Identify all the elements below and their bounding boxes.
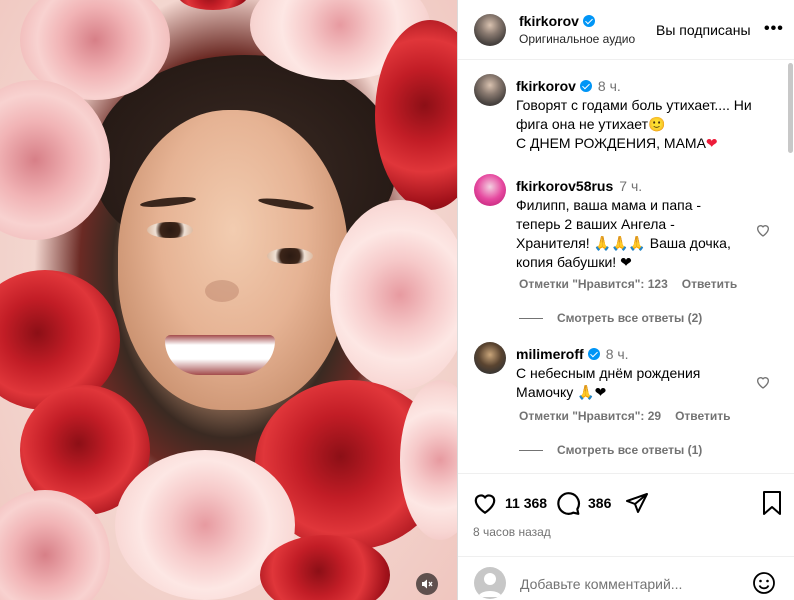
scrollbar[interactable] xyxy=(788,63,793,153)
mute-button[interactable] xyxy=(416,573,438,595)
post-media[interactable] xyxy=(0,0,457,600)
caption-line: Говорят с годами боль утихает.... Ни xyxy=(516,97,752,113)
more-options-icon[interactable]: ••• xyxy=(764,20,784,38)
avatar[interactable] xyxy=(474,14,506,46)
share-icon[interactable] xyxy=(625,491,649,515)
mouth xyxy=(165,335,275,375)
like-comment-icon[interactable] xyxy=(755,374,771,390)
comment-line: копия бабушки! ❤ xyxy=(516,254,632,270)
audio-link[interactable]: Оригинальное аудио xyxy=(519,32,635,46)
user-placeholder-icon xyxy=(478,573,502,597)
likes-count[interactable]: 11 368 xyxy=(505,495,547,511)
add-comment-bar: Добавьте комментарий... xyxy=(458,556,794,600)
heart-emoji: ❤ xyxy=(705,135,718,151)
action-bar: 11 368 386 8 часов назад xyxy=(458,473,794,556)
following-button[interactable]: Вы подписаны xyxy=(656,22,751,38)
comment-line: С небесным днём рождения xyxy=(516,365,701,381)
comment-likes[interactable]: Отметки "Нравится": 29 xyxy=(519,409,661,423)
comment-likes[interactable]: Отметки "Нравится": 123 xyxy=(519,277,668,291)
comment-username[interactable]: fkirkorov58rus xyxy=(516,178,613,194)
nose xyxy=(205,280,239,302)
flower xyxy=(178,0,248,10)
caption-line: фига она не утихает🙂 xyxy=(516,116,666,132)
like-comment-icon[interactable] xyxy=(755,222,771,238)
verified-icon xyxy=(582,15,595,27)
comment-time: 7 ч. xyxy=(619,178,643,194)
flower xyxy=(330,200,457,390)
avatar[interactable] xyxy=(474,342,506,374)
avatar[interactable] xyxy=(474,174,506,206)
comment-line: Мамочку 🙏❤ xyxy=(516,384,607,400)
comment-line: Хранителя! 🙏🙏🙏 Ваша дочка, xyxy=(516,235,731,251)
comment-username[interactable]: milimeroff xyxy=(516,346,584,362)
post-panel: fkirkorov Оригинальное аудио Вы подписан… xyxy=(457,0,794,600)
flower xyxy=(0,80,110,240)
like-icon[interactable] xyxy=(472,490,498,516)
left-eye xyxy=(147,222,193,238)
reply-button[interactable]: Ответить xyxy=(675,409,730,423)
caption-username[interactable]: fkirkorov xyxy=(516,78,576,94)
header-username[interactable]: fkirkorov xyxy=(519,13,595,31)
comments-list[interactable]: fkirkorov 8 ч. Говорят с годами боль утих… xyxy=(458,61,794,473)
view-replies-button[interactable]: Смотреть все ответы (2) xyxy=(519,311,702,325)
verified-icon xyxy=(587,348,600,360)
caption-time: 8 ч. xyxy=(597,78,621,94)
comments-count[interactable]: 386 xyxy=(588,495,611,511)
verified-icon xyxy=(579,80,592,92)
post-time[interactable]: 8 часов назад xyxy=(473,525,551,539)
comment-line: теперь 2 ваших Ангела - xyxy=(516,216,675,232)
comment-icon[interactable] xyxy=(555,490,581,516)
emoji-icon[interactable] xyxy=(752,571,776,595)
caption-line: С ДНЕМ РОЖДЕНИЯ, МАМА❤ xyxy=(516,135,718,151)
current-user-avatar xyxy=(474,567,506,599)
post-header: fkirkorov Оригинальное аудио Вы подписан… xyxy=(458,0,794,60)
comment-line: Филипп, ваша мама и папа - xyxy=(516,197,702,213)
comment-time: 8 ч. xyxy=(605,346,629,362)
right-eye xyxy=(267,248,313,264)
comment-input[interactable]: Добавьте комментарий... xyxy=(520,576,682,592)
reply-button[interactable]: Ответить xyxy=(682,277,737,291)
save-icon[interactable] xyxy=(761,490,783,516)
view-replies-button[interactable]: Смотреть все ответы (1) xyxy=(519,443,702,457)
speaker-muted-icon xyxy=(422,579,433,589)
avatar[interactable] xyxy=(474,74,506,106)
